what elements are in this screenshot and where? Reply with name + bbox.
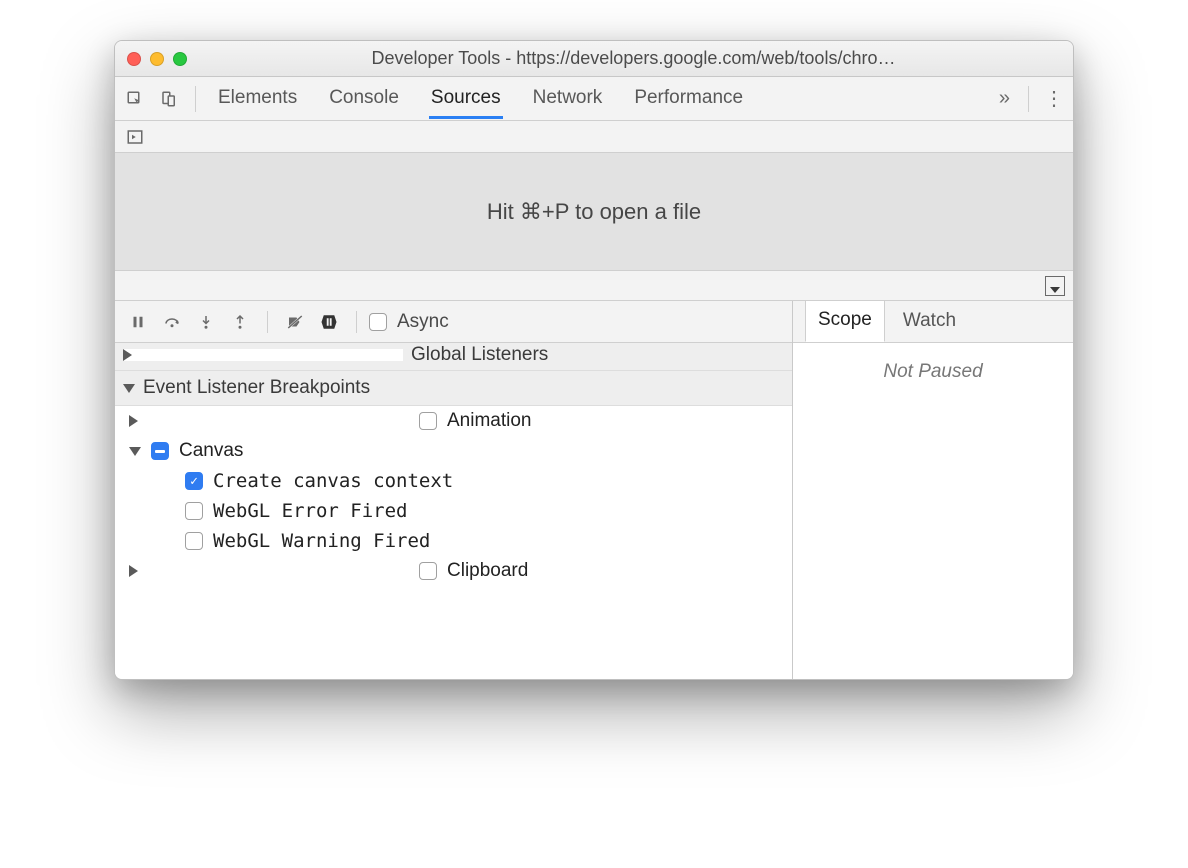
category-label: Animation xyxy=(447,410,532,432)
window-close-button[interactable] xyxy=(127,52,141,66)
devtools-window: Developer Tools - https://developers.goo… xyxy=(114,40,1074,680)
sources-navigator-bar xyxy=(115,121,1073,153)
category-checkbox[interactable] xyxy=(419,562,437,580)
event-checkbox[interactable] xyxy=(185,502,203,520)
titlebar: Developer Tools - https://developers.goo… xyxy=(115,41,1073,77)
step-out-icon[interactable] xyxy=(225,307,255,337)
event-checkbox[interactable]: ✓ xyxy=(185,472,203,490)
scope-empty-state: Not Paused xyxy=(793,343,1073,679)
step-over-icon[interactable] xyxy=(157,307,187,337)
scope-watch-pane: Scope Watch Not Paused xyxy=(793,301,1073,679)
divider xyxy=(195,86,196,112)
inspect-element-icon[interactable] xyxy=(121,85,149,113)
async-checkbox[interactable] xyxy=(369,313,387,331)
category-label: Canvas xyxy=(179,440,243,462)
window-minimize-button[interactable] xyxy=(150,52,164,66)
expand-panel-icon[interactable] xyxy=(1045,276,1065,296)
event-webgl-warning-fired[interactable]: WebGL Warning Fired xyxy=(115,526,792,556)
deactivate-breakpoints-icon[interactable] xyxy=(280,307,310,337)
event-label: Create canvas context xyxy=(213,470,453,492)
category-animation[interactable]: Animation xyxy=(115,406,792,436)
category-label: Clipboard xyxy=(447,560,528,582)
section-global-listeners[interactable]: Global Listeners xyxy=(115,343,792,371)
window-title: Developer Tools - https://developers.goo… xyxy=(206,48,1061,69)
category-checkbox[interactable] xyxy=(151,442,169,460)
tab-scope[interactable]: Scope xyxy=(805,300,885,342)
divider xyxy=(356,311,357,333)
settings-menu-button[interactable]: ⋮ xyxy=(1041,86,1067,111)
chevron-right-icon xyxy=(129,415,409,427)
category-checkbox[interactable] xyxy=(419,412,437,430)
chevron-down-icon xyxy=(123,384,135,393)
async-label: Async xyxy=(397,311,449,333)
chevron-right-icon xyxy=(129,565,409,577)
window-zoom-button[interactable] xyxy=(173,52,187,66)
right-tabs: Scope Watch xyxy=(793,301,1073,343)
show-navigator-icon[interactable] xyxy=(123,125,147,149)
event-label: WebGL Warning Fired xyxy=(213,530,430,552)
section-label: Global Listeners xyxy=(411,344,548,366)
chevron-right-icon xyxy=(123,349,403,361)
panel-tabs: Elements Console Sources Network Perform… xyxy=(216,79,987,119)
tab-elements[interactable]: Elements xyxy=(216,79,299,119)
divider xyxy=(1028,86,1029,112)
tabs-overflow-button[interactable]: » xyxy=(993,87,1016,110)
step-into-icon[interactable] xyxy=(191,307,221,337)
event-webgl-error-fired[interactable]: WebGL Error Fired xyxy=(115,496,792,526)
event-label: WebGL Error Fired xyxy=(213,500,407,522)
debugger-pane: Async Global Listeners Event Listener Br… xyxy=(115,301,793,679)
pause-on-exceptions-icon[interactable] xyxy=(314,307,344,337)
category-clipboard[interactable]: Clipboard xyxy=(115,556,792,586)
tab-performance[interactable]: Performance xyxy=(632,79,745,119)
divider xyxy=(267,311,268,333)
section-event-listener-breakpoints[interactable]: Event Listener Breakpoints xyxy=(115,371,792,406)
panel-tabbar: Elements Console Sources Network Perform… xyxy=(115,77,1073,121)
category-canvas[interactable]: Canvas xyxy=(115,436,792,466)
section-label: Event Listener Breakpoints xyxy=(143,377,370,399)
chevron-down-icon xyxy=(129,447,141,456)
device-toolbar-icon[interactable] xyxy=(155,85,183,113)
event-checkbox[interactable] xyxy=(185,532,203,550)
sources-lower-split: Async Global Listeners Event Listener Br… xyxy=(115,301,1073,679)
pause-button-icon[interactable] xyxy=(123,307,153,337)
tab-sources[interactable]: Sources xyxy=(429,79,503,119)
tab-watch[interactable]: Watch xyxy=(891,302,968,342)
event-create-canvas-context[interactable]: ✓ Create canvas context xyxy=(115,466,792,496)
breakpoints-list: Global Listeners Event Listener Breakpoi… xyxy=(115,343,792,679)
tab-network[interactable]: Network xyxy=(531,79,605,119)
tab-console[interactable]: Console xyxy=(327,79,401,119)
debugger-toolbar: Async xyxy=(115,301,792,343)
editor-footer-bar xyxy=(115,271,1073,301)
open-file-hint: Hit ⌘+P to open a file xyxy=(115,153,1073,271)
